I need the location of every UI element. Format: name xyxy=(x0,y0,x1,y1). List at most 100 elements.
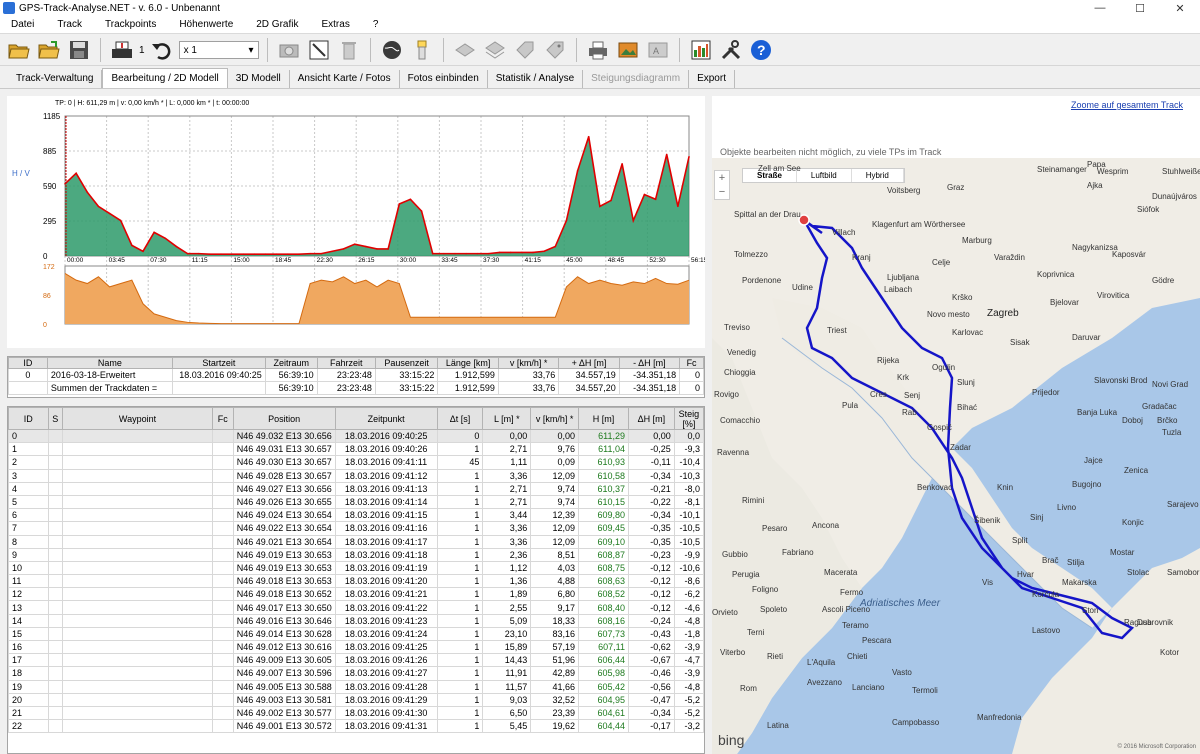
table-cell[interactable] xyxy=(47,587,64,602)
tab-3d-modell[interactable]: 3D Modell xyxy=(228,70,290,88)
maximize-icon[interactable]: ☐ xyxy=(1120,2,1160,15)
menu-extras[interactable]: Extras xyxy=(310,16,361,34)
table-cell[interactable] xyxy=(47,468,64,483)
map-view[interactable]: + − Straße Luftbild Hybrid Zell am See Vil… xyxy=(712,158,1200,754)
globe-icon[interactable] xyxy=(379,37,405,63)
image-text-icon[interactable]: A xyxy=(645,37,671,63)
stack-icon[interactable] xyxy=(482,37,508,63)
trackpoint-header-cell[interactable]: Steig [%] xyxy=(673,407,704,430)
table-row[interactable]: 12 N46 49.018 E13 30.652 18.03.2016 09:41:… xyxy=(8,587,704,602)
summary-header-cell[interactable]: - ΔH [m] xyxy=(618,357,681,369)
menu-hoehenwerte[interactable]: Höhenwerte xyxy=(168,16,245,34)
table-cell[interactable] xyxy=(47,534,64,549)
menu-track[interactable]: Track xyxy=(46,16,94,34)
table-row[interactable]: 11 N46 49.018 E13 30.653 18.03.2016 09:41:… xyxy=(8,574,704,589)
table-row[interactable]: 13 N46 49.017 E13 30.650 18.03.2016 09:41:… xyxy=(8,600,704,615)
table-row[interactable]: 1 N46 49.031 E13 30.657 18.03.2016 09:40:2… xyxy=(8,442,704,457)
summary-header-cell[interactable]: Fc xyxy=(679,357,704,369)
table-row[interactable]: 17 N46 49.009 E13 30.605 18.03.2016 09:41:… xyxy=(8,653,704,668)
table-cell[interactable] xyxy=(47,666,64,681)
photo-icon[interactable] xyxy=(615,37,641,63)
zoom-out-icon[interactable]: − xyxy=(715,185,729,199)
table-cell[interactable] xyxy=(47,613,64,628)
open-folder-green-icon[interactable] xyxy=(36,37,62,63)
table-row[interactable]: 22 N46 49.001 E13 30.572 18.03.2016 09:41:… xyxy=(8,719,704,734)
summary-header-cell[interactable]: v [km/h] * xyxy=(497,357,560,369)
tools-icon[interactable] xyxy=(718,37,744,63)
camera-icon[interactable] xyxy=(276,37,302,63)
minimize-icon[interactable]: — xyxy=(1080,2,1120,15)
tab-fotos-einbinden[interactable]: Fotos einbinden xyxy=(400,70,488,88)
trackpoint-header-cell[interactable]: Fc xyxy=(211,407,234,430)
table-row[interactable]: 16 N46 49.012 E13 30.616 18.03.2016 09:41:… xyxy=(8,639,704,655)
summary-header-cell[interactable]: Fahrzeit xyxy=(316,357,376,369)
table-row[interactable]: 3 N46 49.028 E13 30.657 18.03.2016 09:41:1… xyxy=(8,468,704,483)
table-cell[interactable] xyxy=(47,455,64,470)
flashlight-icon[interactable] xyxy=(409,37,435,63)
zoom-in-icon[interactable]: + xyxy=(715,171,729,185)
table-row[interactable]: 7 N46 49.022 E13 30.654 18.03.2016 09:41:1… xyxy=(8,521,704,536)
summary-header-cell[interactable]: ID xyxy=(8,357,48,369)
trackpoint-header-cell[interactable]: Waypoint xyxy=(62,407,213,430)
ruler-icon[interactable] xyxy=(306,37,332,63)
table-cell[interactable] xyxy=(47,428,64,444)
table-row[interactable]: 2 N46 49.030 E13 30.657 18.03.2016 09:41:1… xyxy=(8,455,704,470)
device-transfer-icon[interactable] xyxy=(109,37,135,63)
trackpoint-header-cell[interactable]: Zeitpunkt xyxy=(334,407,438,430)
trackpoint-header-cell[interactable]: v [km/h] * xyxy=(530,407,580,430)
trackpoint-header-cell[interactable]: Δt [s] xyxy=(436,407,484,430)
tab-ansicht-karte[interactable]: Ansicht Karte / Fotos xyxy=(290,70,400,88)
table-cell[interactable] xyxy=(47,481,64,496)
table-cell[interactable] xyxy=(47,719,64,734)
table-cell[interactable] xyxy=(47,639,64,655)
menu-help[interactable]: ? xyxy=(362,16,391,34)
menu-datei[interactable]: Datei xyxy=(0,16,46,34)
tag-icon[interactable] xyxy=(512,37,538,63)
trackpoint-header-cell[interactable]: ID xyxy=(8,407,49,430)
elevation-speed-chart[interactable]: TP: 0 | H: 611,29 m | v: 0,00 km/h * | L… xyxy=(7,96,708,348)
map-zoom-control[interactable]: + − xyxy=(714,170,730,200)
trackpoint-header-cell[interactable]: H [m] xyxy=(578,407,629,430)
layers-icon[interactable] xyxy=(452,37,478,63)
trash-icon[interactable] xyxy=(336,37,362,63)
table-cell[interactable] xyxy=(47,626,64,642)
table-row[interactable]: 4 N46 49.027 E13 30.656 18.03.2016 09:41:1… xyxy=(8,481,704,496)
summary-row[interactable]: 0 2016-03-18-Erweitert 18.03.2016 09:40:25… xyxy=(8,367,704,383)
summary-header-cell[interactable]: Name xyxy=(46,357,174,369)
map-mode-hybrid[interactable]: Hybrid xyxy=(852,169,904,182)
summary-header-cell[interactable]: Pausenzeit xyxy=(374,357,439,369)
trackpoint-header-cell[interactable]: L [m] * xyxy=(482,407,532,430)
table-row[interactable]: 19 N46 49.005 E13 30.588 18.03.2016 09:41:… xyxy=(8,679,704,694)
table-cell[interactable] xyxy=(47,653,64,668)
printer-icon[interactable] xyxy=(585,37,611,63)
table-cell[interactable] xyxy=(47,574,64,589)
table-cell[interactable] xyxy=(47,494,64,510)
table-cell[interactable] xyxy=(47,679,64,694)
table-cell[interactable] xyxy=(47,560,64,576)
table-row[interactable]: 20 N46 49.003 E13 30.581 18.03.2016 09:41:… xyxy=(8,692,704,707)
tab-track-verwaltung[interactable]: Track-Verwaltung xyxy=(8,70,103,88)
table-row[interactable]: 21 N46 49.002 E13 30.577 18.03.2016 09:41:… xyxy=(8,705,704,721)
tab-export[interactable]: Export xyxy=(689,70,735,88)
summary-row[interactable]: Summen der Trackdaten = 56:39:10 23:23:48 3… xyxy=(8,381,704,396)
menu-2d-grafik[interactable]: 2D Grafik xyxy=(245,16,310,34)
table-cell[interactable] xyxy=(47,600,64,615)
bar-chart-icon[interactable] xyxy=(688,37,714,63)
trackpoint-header-cell[interactable]: ΔH [m] xyxy=(628,407,675,430)
table-row[interactable]: 0 N46 49.032 E13 30.656 18.03.2016 09:40:2… xyxy=(8,428,704,444)
summary-header-cell[interactable]: Startzeit xyxy=(172,357,266,369)
summary-header-cell[interactable]: Länge [km] xyxy=(437,357,499,369)
summary-header-cell[interactable]: Zeitraum xyxy=(264,357,318,369)
trackpoint-header-cell[interactable]: Position xyxy=(232,407,336,430)
table-row[interactable]: 14 N46 49.016 E13 30.646 18.03.2016 09:41:… xyxy=(8,613,704,628)
table-cell[interactable] xyxy=(47,521,64,536)
save-icon[interactable] xyxy=(66,37,92,63)
undo-icon[interactable] xyxy=(149,37,175,63)
table-row[interactable]: 10 N46 49.019 E13 30.653 18.03.2016 09:41:… xyxy=(8,560,704,576)
summary-header-cell[interactable]: + ΔH [m] xyxy=(558,357,620,369)
tab-statistik[interactable]: Statistik / Analyse xyxy=(488,70,584,88)
table-row[interactable]: 6 N46 49.024 E13 30.654 18.03.2016 09:41:1… xyxy=(8,508,704,523)
table-row[interactable]: 9 N46 49.019 E13 30.653 18.03.2016 09:41:1… xyxy=(8,547,704,562)
trackpoint-header-cell[interactable]: S xyxy=(47,407,64,430)
menu-trackpoints[interactable]: Trackpoints xyxy=(94,16,168,34)
